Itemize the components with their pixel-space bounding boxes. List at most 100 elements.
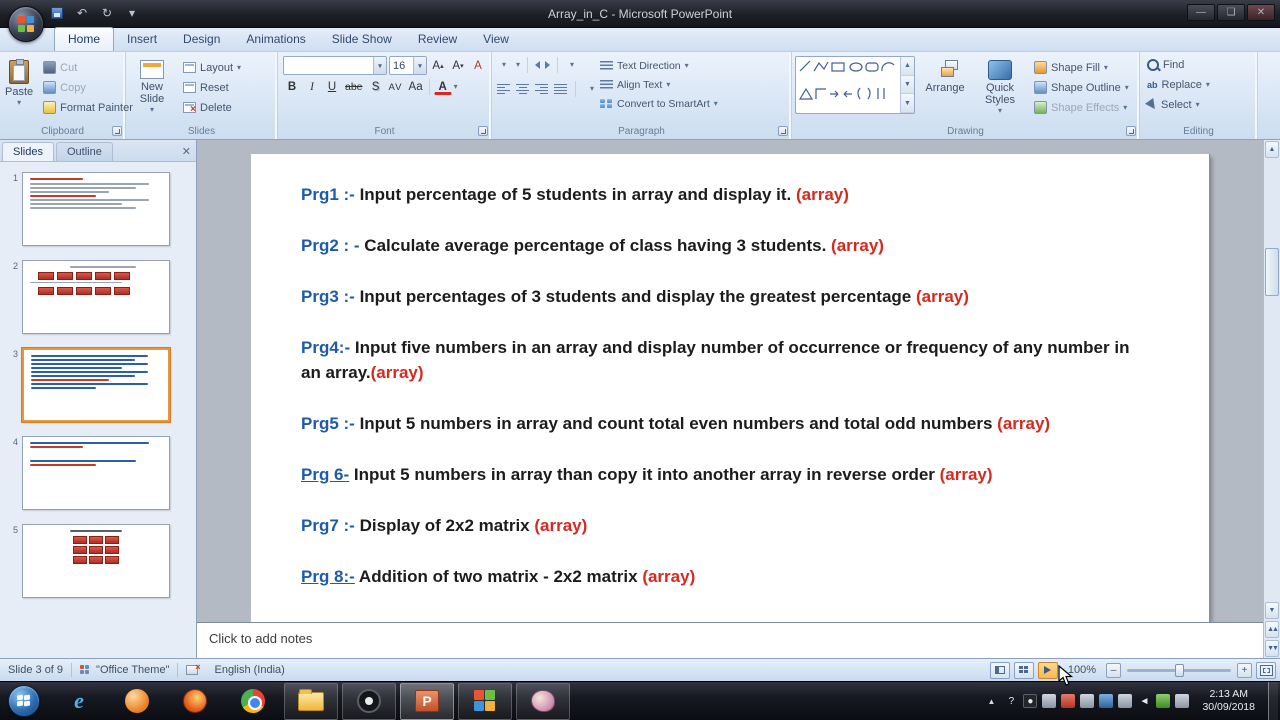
slide-thumbnail-2[interactable]: 2 bbox=[4, 260, 190, 334]
tab-outline[interactable]: Outline bbox=[56, 142, 113, 161]
slide-show-view-button[interactable] bbox=[1038, 662, 1058, 679]
chrome-button[interactable] bbox=[226, 683, 280, 720]
clipboard-dialog-launcher[interactable] bbox=[112, 126, 122, 136]
slide-thumbnail-3[interactable]: 3 bbox=[4, 348, 190, 422]
align-center-button[interactable] bbox=[516, 84, 529, 95]
slide-text-line[interactable]: Prg2 : - Calculate average percentage of… bbox=[301, 233, 1154, 258]
obs-studio-button[interactable] bbox=[342, 683, 396, 720]
strikethrough-button[interactable]: abe bbox=[343, 78, 365, 96]
gallery-up-icon[interactable]: ▲ bbox=[901, 57, 914, 76]
tab-insert[interactable]: Insert bbox=[114, 28, 170, 51]
justify-button[interactable] bbox=[554, 84, 567, 95]
chevron-down-icon[interactable]: ▾ bbox=[373, 57, 386, 74]
gallery-more-icon[interactable]: ▼ bbox=[901, 94, 914, 113]
quick-styles-button[interactable]: Quick Styles ▾ bbox=[975, 56, 1025, 123]
tab-slides[interactable]: Slides bbox=[2, 142, 54, 161]
thumbnail-preview[interactable] bbox=[22, 260, 170, 334]
convert-to-smartart-button[interactable]: Convert to SmartArt ▾ bbox=[600, 95, 718, 113]
slide-sorter-view-button[interactable] bbox=[1014, 662, 1034, 679]
slide-text-line[interactable]: Prg3 :- Input percentages of 3 students … bbox=[301, 284, 1154, 309]
text-shadow-button[interactable]: S bbox=[367, 78, 385, 96]
zoom-level[interactable]: 100% bbox=[1062, 664, 1102, 676]
slide-text-line[interactable]: Prg4:- Input five numbers in an array an… bbox=[301, 335, 1154, 385]
undo-button[interactable]: ↶ bbox=[73, 4, 91, 21]
tab-view[interactable]: View bbox=[470, 28, 522, 51]
thumbnail-preview[interactable] bbox=[22, 172, 170, 246]
shape-effects-button[interactable]: Shape Effects ▾ bbox=[1030, 98, 1133, 117]
slide[interactable]: Prg1 :- Input percentage of 5 students i… bbox=[251, 154, 1209, 622]
shape-outline-button[interactable]: Shape Outline ▾ bbox=[1030, 78, 1133, 97]
slide-text-line[interactable]: Prg 8:- Addition of two matrix - 2x2 mat… bbox=[301, 564, 1154, 589]
redo-button[interactable]: ↻ bbox=[98, 4, 116, 21]
chevron-down-icon[interactable]: ▾ bbox=[590, 86, 594, 92]
input-indicator-tray-icon[interactable] bbox=[1175, 694, 1189, 708]
scrollbar-thumb[interactable] bbox=[1265, 248, 1279, 296]
gallery-down-icon[interactable]: ▼ bbox=[901, 76, 914, 95]
change-case-button[interactable]: Aa bbox=[407, 78, 425, 96]
text-direction-button[interactable]: Text Direction ▾ bbox=[600, 57, 718, 75]
copy-button[interactable]: Copy bbox=[39, 78, 137, 97]
font-name-combo[interactable]: ▾ bbox=[283, 56, 387, 75]
slide-thumbnail-5[interactable]: 5 bbox=[4, 524, 190, 598]
chevron-down-icon[interactable]: ▾ bbox=[454, 84, 458, 90]
thumbnail-preview[interactable] bbox=[22, 348, 170, 422]
powerpoint-taskbar-button[interactable]: P bbox=[400, 683, 454, 720]
tab-animations[interactable]: Animations bbox=[233, 28, 318, 51]
align-right-button[interactable] bbox=[535, 84, 548, 95]
tab-design[interactable]: Design bbox=[170, 28, 233, 51]
internet-explorer-button[interactable]: e bbox=[52, 683, 106, 720]
shrink-font-button[interactable]: A▾ bbox=[449, 57, 467, 75]
slide-text-line[interactable]: Prg7 :- Display of 2x2 matrix (array) bbox=[301, 513, 1154, 538]
thumbnail-preview[interactable] bbox=[22, 436, 170, 510]
slide-text-line[interactable]: Prg 6- Input 5 numbers in array than cop… bbox=[301, 462, 1154, 487]
slide-thumbnail-4[interactable]: 4 bbox=[4, 436, 190, 510]
show-hidden-icons-button[interactable]: ▲ bbox=[983, 697, 999, 706]
previous-slide-button[interactable]: ▲▲ bbox=[1265, 621, 1279, 638]
decrease-indent-button[interactable] bbox=[535, 58, 540, 72]
select-button[interactable]: Select ▾ bbox=[1143, 95, 1254, 114]
italic-button[interactable]: I bbox=[303, 78, 321, 96]
shapes-gallery-scroll[interactable]: ▲ ▼ ▼ bbox=[900, 57, 914, 113]
normal-view-button[interactable] bbox=[990, 662, 1010, 679]
layout-button[interactable]: Layout ▾ bbox=[179, 58, 245, 77]
next-slide-button[interactable]: ▼▼ bbox=[1265, 640, 1279, 657]
show-desktop-button[interactable] bbox=[1268, 682, 1278, 720]
new-slide-button[interactable]: New Slide ▾ bbox=[129, 56, 175, 123]
align-text-button[interactable]: Align Text ▾ bbox=[600, 76, 718, 94]
chevron-down-icon[interactable]: ▾ bbox=[570, 62, 574, 68]
replace-button[interactable]: ab Replace ▾ bbox=[1143, 75, 1254, 94]
delete-button[interactable]: Delete bbox=[179, 98, 245, 117]
zoom-slider-thumb[interactable] bbox=[1175, 664, 1184, 677]
slide-thumbnail-1[interactable]: 1 bbox=[4, 172, 190, 246]
paste-button[interactable]: Paste ▾ bbox=[3, 56, 35, 123]
firefox-button[interactable] bbox=[168, 683, 222, 720]
chevron-down-icon[interactable]: ▾ bbox=[413, 57, 426, 74]
snipping-tool-tray-icon[interactable] bbox=[1042, 694, 1056, 708]
reset-button[interactable]: Reset bbox=[179, 78, 245, 97]
taskbar-clock[interactable]: 2:13 AM 30/09/2018 bbox=[1194, 688, 1263, 714]
office-button[interactable] bbox=[8, 6, 44, 42]
file-explorer-button[interactable] bbox=[284, 683, 338, 720]
thumbnail-preview[interactable] bbox=[22, 524, 170, 598]
scroll-up-button[interactable]: ▲ bbox=[1265, 141, 1279, 158]
shape-fill-button[interactable]: Shape Fill ▾ bbox=[1030, 58, 1133, 77]
obs-tray-icon[interactable]: ● bbox=[1023, 694, 1037, 708]
slide-text-line[interactable]: Prg1 :- Input percentage of 5 students i… bbox=[301, 182, 1154, 207]
maximize-button[interactable]: ❏ bbox=[1217, 4, 1245, 21]
slide-text-line[interactable]: Prg5 :- Input 5 numbers in array and cou… bbox=[301, 411, 1154, 436]
clear-formatting-button[interactable]: A bbox=[469, 57, 487, 75]
update-tray-icon[interactable] bbox=[1099, 694, 1113, 708]
tab-review[interactable]: Review bbox=[405, 28, 470, 51]
tab-slide-show[interactable]: Slide Show bbox=[319, 28, 405, 51]
paint-button[interactable] bbox=[516, 683, 570, 720]
volume-tray-icon[interactable]: ◄ bbox=[1137, 694, 1151, 708]
network-tray-icon[interactable] bbox=[1156, 694, 1170, 708]
grow-font-button[interactable]: A▴ bbox=[429, 57, 447, 75]
zoom-in-button[interactable]: + bbox=[1237, 663, 1252, 678]
notes-pane[interactable]: Click to add notes bbox=[197, 622, 1263, 658]
download-manager-button[interactable] bbox=[110, 683, 164, 720]
close-pane-button[interactable]: ✕ bbox=[182, 145, 191, 158]
increase-indent-button[interactable] bbox=[545, 58, 550, 72]
drawing-dialog-launcher[interactable] bbox=[1126, 126, 1136, 136]
zoom-out-button[interactable]: – bbox=[1106, 663, 1121, 678]
